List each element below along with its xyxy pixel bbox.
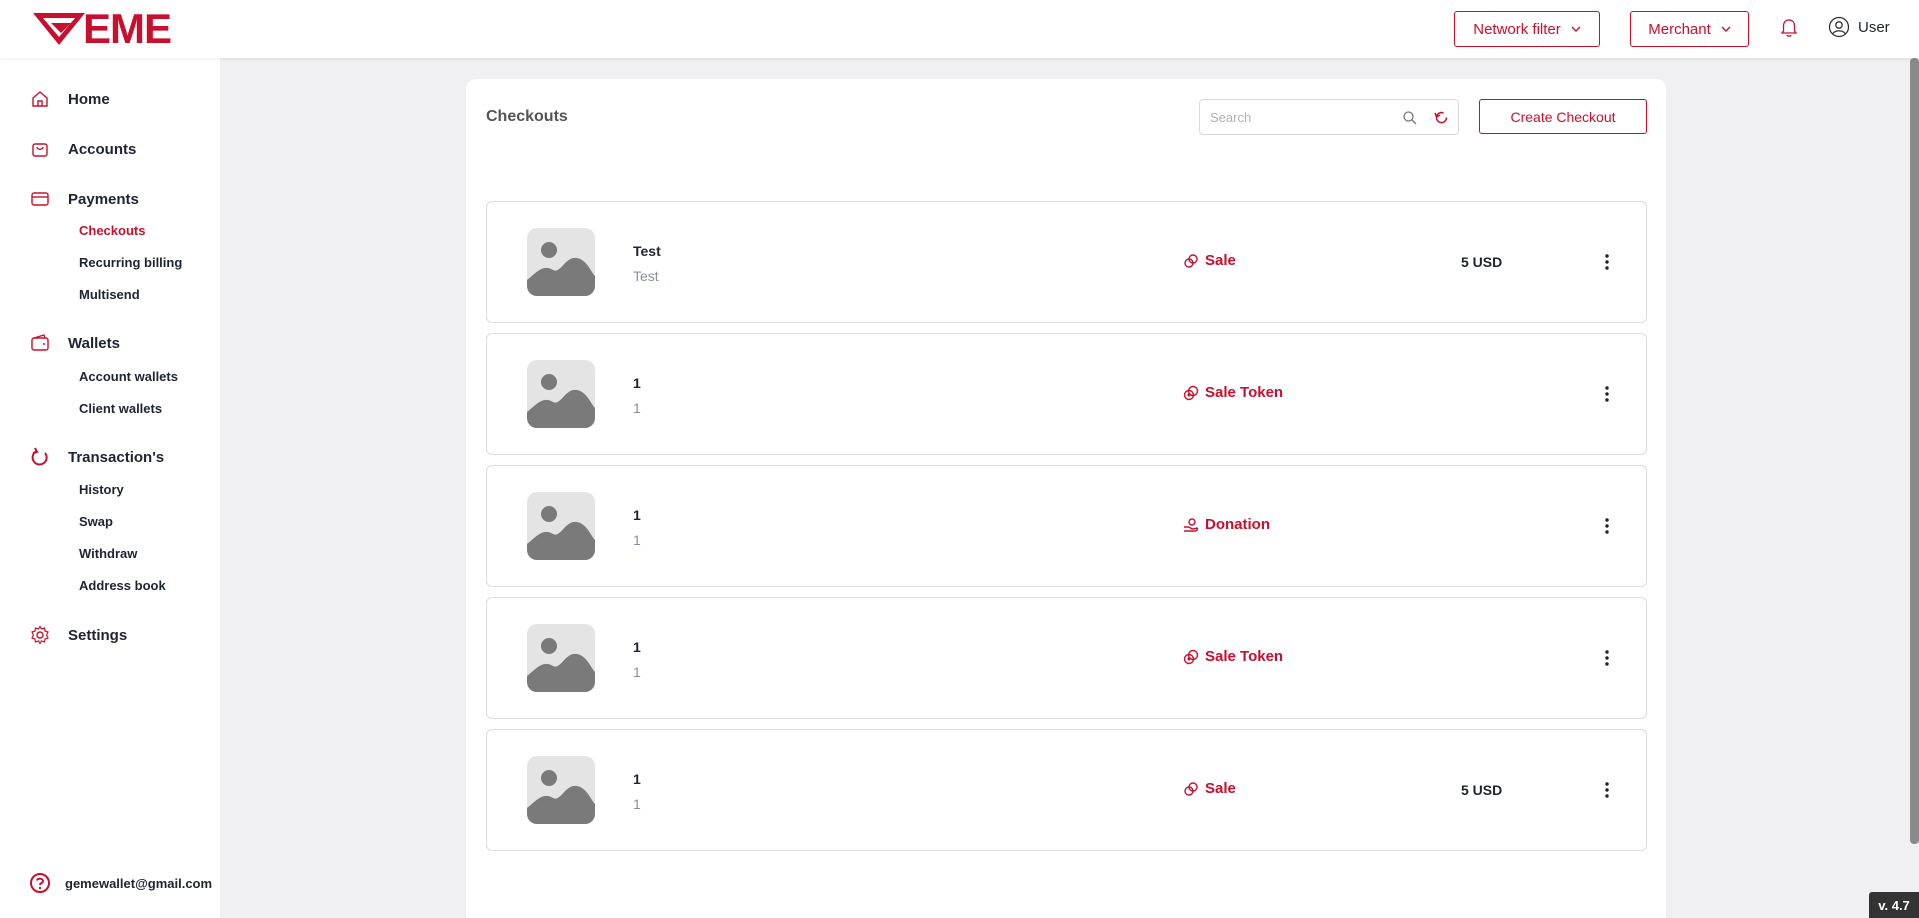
checkout-title: 1 xyxy=(633,771,641,787)
sidebar-item-home[interactable]: Home xyxy=(0,88,220,110)
sale-icon xyxy=(1184,781,1198,796)
more-options-icon[interactable] xyxy=(1595,646,1619,670)
checkout-type-label: Sale xyxy=(1205,780,1236,797)
checkout-type-label: Sale Token xyxy=(1205,384,1284,401)
checkout-subtitle: Test xyxy=(633,268,659,284)
image-placeholder-icon xyxy=(527,624,595,692)
image-placeholder-icon xyxy=(527,228,595,296)
checkout-title: 1 xyxy=(633,507,641,523)
sidebar-item-swap[interactable]: Swap xyxy=(79,514,113,529)
checkout-amount: 5 USD xyxy=(1461,782,1503,798)
top-header: EME Network filter Merchant User xyxy=(0,0,1919,58)
image-placeholder-icon xyxy=(527,756,595,824)
checkout-row[interactable]: 1 1 Sale Token xyxy=(486,333,1647,455)
create-checkout-button[interactable]: Create Checkout xyxy=(1479,99,1647,134)
sidebar-item-label: Transaction's xyxy=(68,448,165,466)
donation-icon xyxy=(1184,517,1199,532)
sidebar-item-accounts[interactable]: Accounts xyxy=(0,138,220,160)
sidebar-item-history[interactable]: History xyxy=(79,482,124,497)
sidebar-item-recurring-billing[interactable]: Recurring billing xyxy=(79,255,182,270)
checkout-title: 1 xyxy=(633,375,641,391)
refresh-icon[interactable] xyxy=(1433,109,1450,126)
checkout-type: Sale Token xyxy=(1183,384,1283,401)
checkouts-card: Checkouts Create Checkout Test Test Sale… xyxy=(466,79,1666,918)
checkout-type: Sale Token xyxy=(1183,648,1283,665)
image-placeholder-icon xyxy=(527,360,595,428)
merchant-label: Merchant xyxy=(1648,20,1711,38)
checkout-subtitle: 1 xyxy=(633,796,641,812)
sidebar-item-label: Wallets xyxy=(68,334,120,352)
chevron-down-icon xyxy=(1571,26,1581,32)
more-options-icon[interactable] xyxy=(1595,250,1619,274)
checkout-row[interactable]: 1 1 Sale 5 USD xyxy=(486,729,1647,851)
image-placeholder-icon xyxy=(527,492,595,560)
sidebar-item-label: Settings xyxy=(68,626,128,644)
chevron-down-icon xyxy=(1721,26,1731,32)
checkout-title: Test xyxy=(633,243,661,259)
checkout-amount: 5 USD xyxy=(1461,254,1503,270)
sidebar-item-label: Accounts xyxy=(68,140,137,158)
user-avatar-icon xyxy=(1828,16,1850,38)
refresh-circle-icon xyxy=(29,446,51,468)
search-icon[interactable] xyxy=(1402,110,1418,126)
checkout-type-label: Donation xyxy=(1205,516,1270,533)
network-filter-dropdown[interactable]: Network filter xyxy=(1454,11,1600,47)
sidebar-item-address-book[interactable]: Address book xyxy=(79,578,166,593)
wallet-icon xyxy=(29,332,51,354)
help-icon xyxy=(30,873,50,893)
checkout-type-label: Sale xyxy=(1205,252,1236,269)
sidebar-item-payments[interactable]: Payments xyxy=(0,188,220,210)
sidebar-item-label: Home xyxy=(68,90,110,108)
merchant-dropdown[interactable]: Merchant xyxy=(1630,11,1749,47)
version-badge: v. 4.7 xyxy=(1869,892,1919,918)
sale-token-icon xyxy=(1183,649,1199,664)
checkout-type: Sale xyxy=(1183,252,1236,269)
gear-icon xyxy=(29,624,51,646)
checkout-title: 1 xyxy=(633,639,641,655)
logo-text: EME xyxy=(83,5,172,52)
shopping-bag-icon xyxy=(29,138,51,160)
user-label: User xyxy=(1858,18,1890,36)
checkout-subtitle: 1 xyxy=(633,400,641,416)
sidebar-item-multisend[interactable]: Multisend xyxy=(79,287,140,302)
more-options-icon[interactable] xyxy=(1595,514,1619,538)
gem-logo-icon xyxy=(33,13,85,45)
sidebar-item-client-wallets[interactable]: Client wallets xyxy=(79,401,162,416)
search-input[interactable] xyxy=(1210,108,1390,126)
sidebar-item-settings[interactable]: Settings xyxy=(0,624,220,646)
checkout-subtitle: 1 xyxy=(633,664,641,680)
checkout-type-label: Sale Token xyxy=(1205,648,1284,665)
sidebar-item-withdraw[interactable]: Withdraw xyxy=(79,546,137,561)
sidebar-item-label: Payments xyxy=(68,190,139,208)
checkout-row[interactable]: 1 1 Donation xyxy=(486,465,1647,587)
user-menu[interactable]: User xyxy=(1828,16,1890,38)
page-scrollbar[interactable] xyxy=(1910,58,1919,844)
sidebar-item-transactions[interactable]: Transaction's xyxy=(0,446,220,468)
sidebar: Home Accounts Payments Checkouts Recurri… xyxy=(0,58,220,918)
help-email: gemewallet@gmail.com xyxy=(65,875,213,891)
network-filter-label: Network filter xyxy=(1473,20,1561,38)
sidebar-item-wallets[interactable]: Wallets xyxy=(0,332,220,354)
more-options-icon[interactable] xyxy=(1595,778,1619,802)
sale-token-icon xyxy=(1183,385,1199,400)
credit-card-icon xyxy=(29,188,51,210)
home-icon xyxy=(29,88,51,110)
checkout-row[interactable]: 1 1 Sale Token xyxy=(486,597,1647,719)
search-box xyxy=(1199,99,1459,135)
page-title: Checkouts xyxy=(486,108,568,125)
sidebar-item-account-wallets[interactable]: Account wallets xyxy=(79,369,178,384)
checkout-row[interactable]: Test Test Sale 5 USD xyxy=(486,201,1647,323)
geme-logo[interactable]: EME xyxy=(31,5,172,52)
more-options-icon[interactable] xyxy=(1595,382,1619,406)
sale-icon xyxy=(1184,253,1198,268)
sidebar-item-checkouts[interactable]: Checkouts xyxy=(79,223,145,238)
help-contact[interactable]: gemewallet@gmail.com xyxy=(29,872,212,894)
bell-icon[interactable] xyxy=(1778,17,1800,39)
checkout-type: Donation xyxy=(1183,516,1270,533)
checkout-type: Sale xyxy=(1183,780,1236,797)
checkout-subtitle: 1 xyxy=(633,532,641,548)
